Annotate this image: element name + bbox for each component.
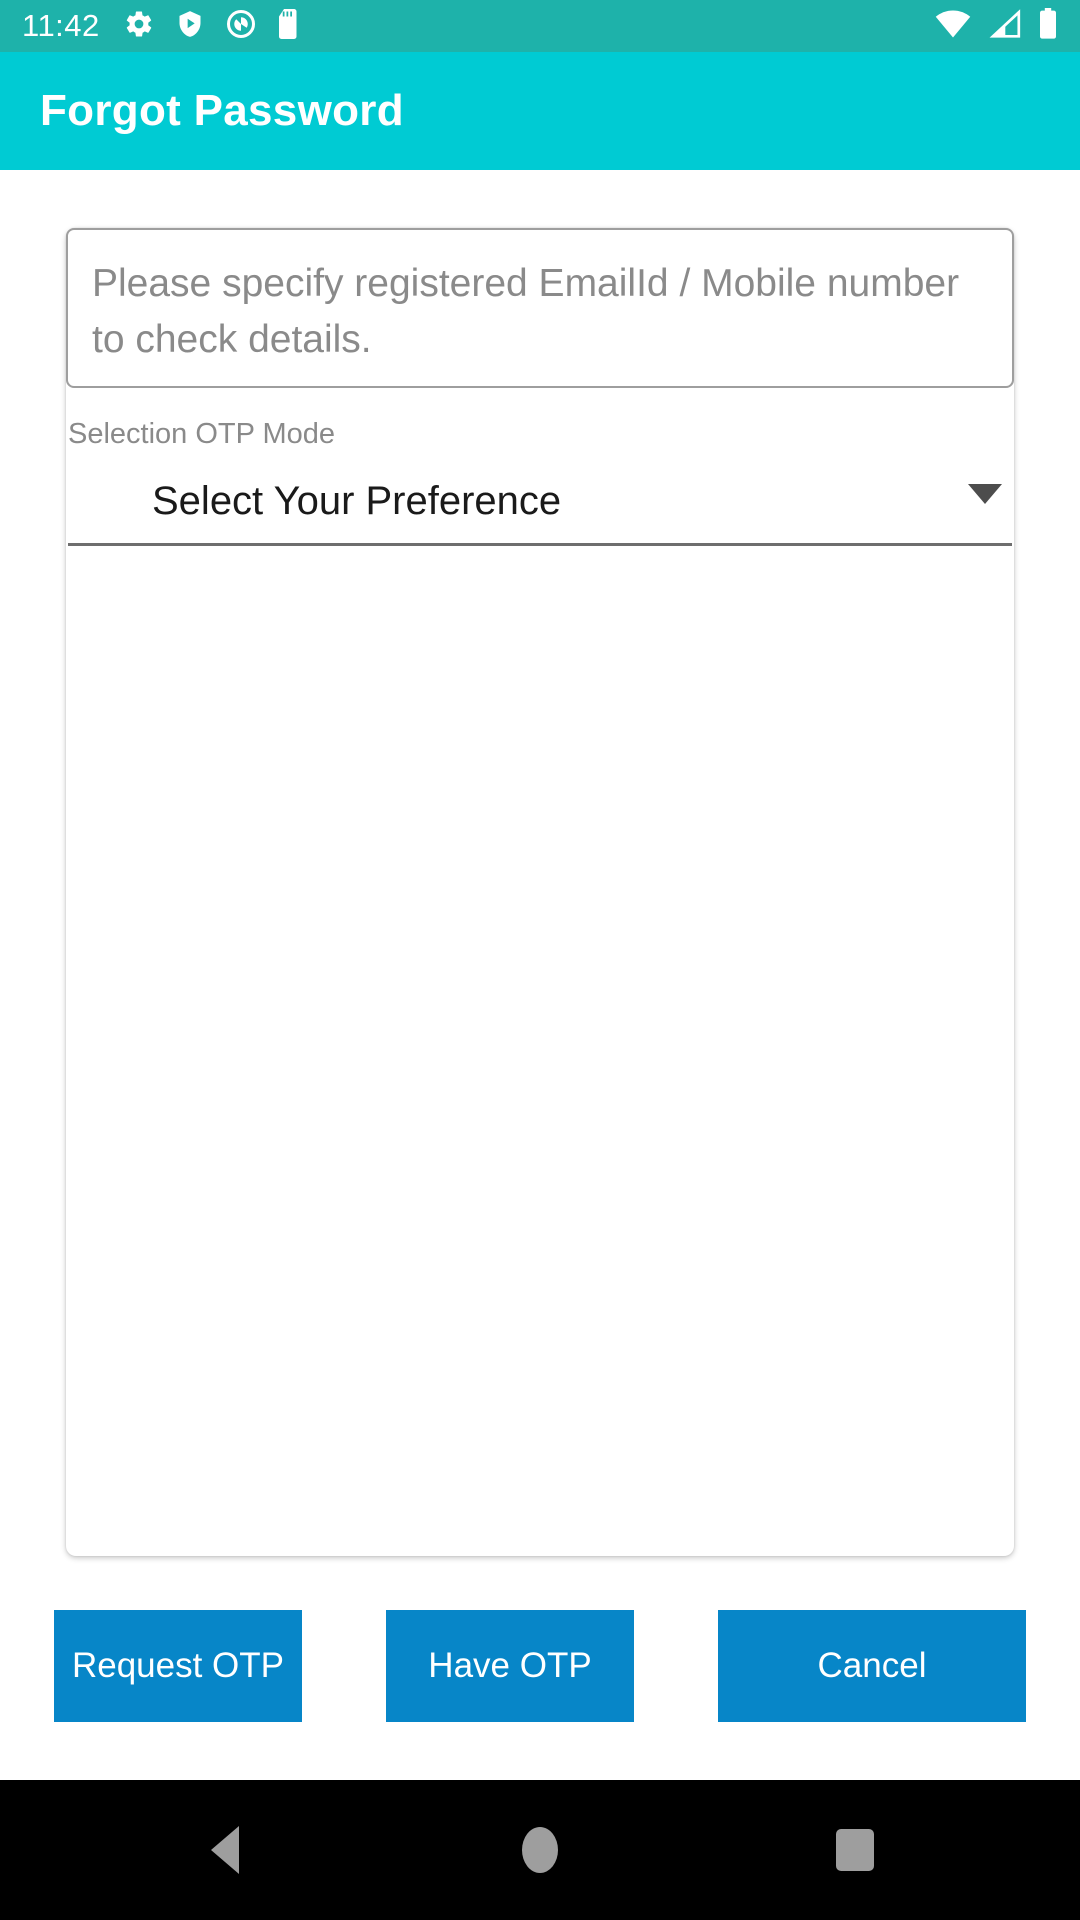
back-icon [211,1826,239,1874]
status-bar-clock: 11:42 [22,8,100,43]
have-otp-button[interactable]: Have OTP [386,1610,634,1722]
recents-icon [836,1829,874,1871]
status-bar-left-icons [124,8,300,44]
home-icon [522,1827,558,1873]
content-area: Please specify registered EmailId / Mobi… [0,170,1080,1780]
cancel-button[interactable]: Cancel [718,1610,1026,1722]
app-toolbar: Forgot Password [0,52,1080,170]
identifier-input[interactable]: Please specify registered EmailId / Mobi… [66,228,1014,388]
shield-play-icon [176,9,204,44]
request-otp-button[interactable]: Request OTP [54,1610,302,1722]
nav-recents-button[interactable] [755,1780,955,1920]
page-title: Forgot Password [40,86,404,135]
circle-logo-icon [226,9,256,44]
otp-mode-label: Selection OTP Mode [68,418,336,450]
identifier-input-placeholder: Please specify registered EmailId / Mobi… [92,262,960,361]
chevron-down-icon [968,484,1002,504]
sd-card-icon [278,8,300,44]
android-navigation-bar [0,1780,1080,1920]
battery-icon [1038,7,1058,45]
nav-back-button[interactable] [125,1780,325,1920]
otp-mode-spinner[interactable]: Select Your Preference [68,460,1012,546]
wifi-icon [934,9,972,44]
status-bar: 11:42 [0,0,1080,52]
card-empty-region [66,550,1014,1556]
otp-mode-selected-value: Select Your Preference [152,479,562,523]
status-bar-right-icons [934,7,1058,45]
cellular-signal-icon [988,8,1022,44]
form-card: Please specify registered EmailId / Mobi… [66,228,1014,1556]
gear-icon [124,9,154,44]
nav-home-button[interactable] [440,1780,640,1920]
action-button-row: Request OTP Have OTP Cancel [0,1610,1080,1722]
